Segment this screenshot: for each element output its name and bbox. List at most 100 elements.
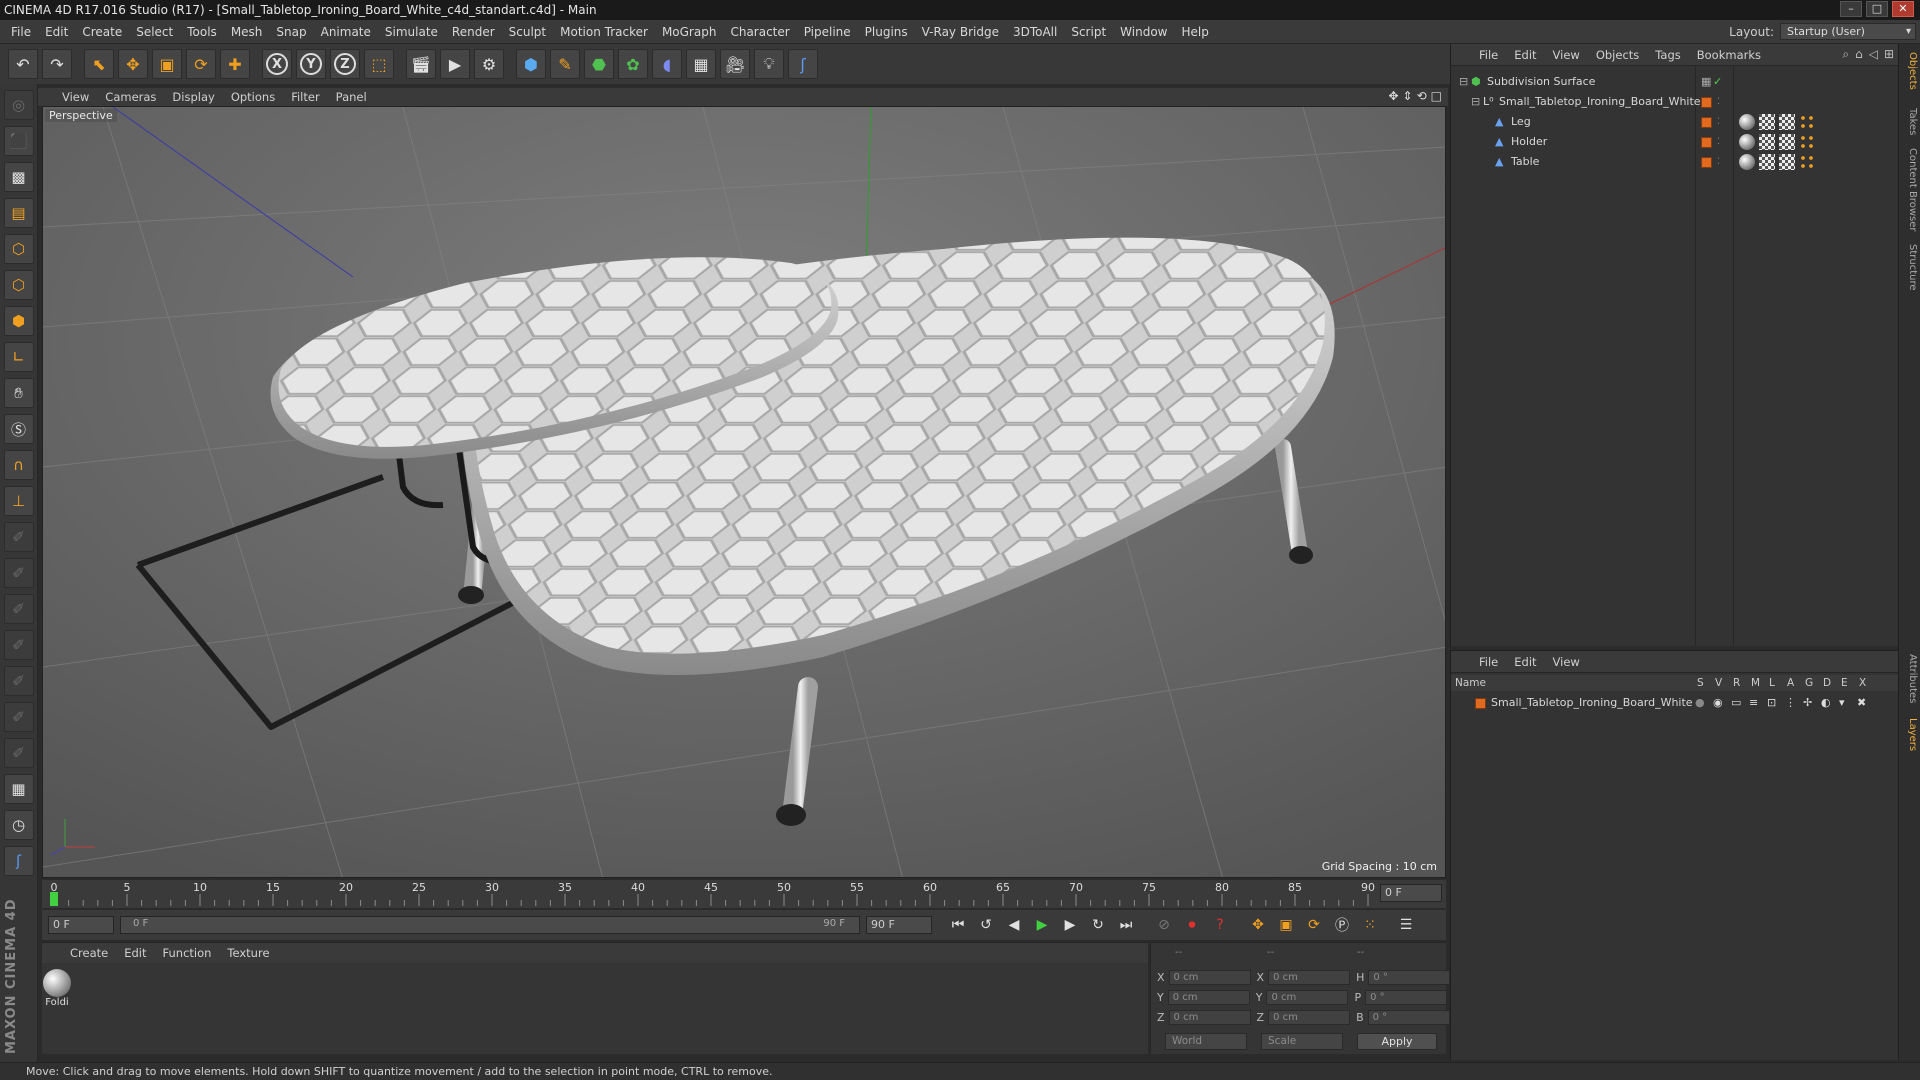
layers-menu-edit[interactable]: Edit xyxy=(1506,655,1544,669)
render-view-button[interactable]: 🎬︎ xyxy=(406,49,436,79)
go-to-end-button[interactable]: ⏭ xyxy=(1114,913,1138,937)
material-thumbnail[interactable]: Foldi xyxy=(42,969,72,1013)
coord-pos-y-field[interactable]: 0 cm xyxy=(1167,989,1250,1005)
coord-rot-h-field[interactable]: 0 ° xyxy=(1368,969,1451,985)
axis-mode-button[interactable]: ∟ xyxy=(3,342,34,372)
object-row-holder[interactable]: ▲ Holder ⁚ xyxy=(1451,132,1899,152)
layers-menu-file[interactable]: File xyxy=(1471,655,1506,669)
objects-menu-objects[interactable]: Objects xyxy=(1588,48,1647,62)
collapse-toggle-icon[interactable]: ⊟ xyxy=(1459,72,1468,92)
preview-range-slider[interactable]: 0 F 90 F xyxy=(120,916,860,934)
coord-mode-select[interactable]: Scale xyxy=(1261,1033,1343,1050)
menu-script[interactable]: Script xyxy=(1064,25,1113,39)
coord-size-z-field[interactable]: 0 cm xyxy=(1268,1009,1351,1025)
menu-help[interactable]: Help xyxy=(1174,25,1215,39)
material-menu-texture[interactable]: Texture xyxy=(219,946,277,960)
coord-rot-p-field[interactable]: 0 ° xyxy=(1365,989,1448,1005)
viewport-rotate-icon[interactable]: ⟲ xyxy=(1417,89,1427,103)
uvw-tag-icon[interactable] xyxy=(1759,134,1775,150)
viewport-menu-view[interactable]: View xyxy=(54,90,97,104)
selection-tag-icon[interactable] xyxy=(1799,134,1815,150)
rotate-tool-button[interactable]: ⟳ xyxy=(186,49,216,79)
add-scene-button[interactable]: ▦ xyxy=(686,49,716,79)
menu-file[interactable]: File xyxy=(4,25,38,39)
apply-button[interactable]: Apply xyxy=(1357,1033,1437,1050)
magnet-button[interactable]: ∩ xyxy=(3,450,34,480)
coord-space-select[interactable]: World xyxy=(1165,1033,1247,1050)
make-editable-button[interactable]: ◎ xyxy=(3,90,34,120)
phong-tag-icon[interactable] xyxy=(1739,134,1755,150)
menu-simulate[interactable]: Simulate xyxy=(378,25,445,39)
add-array-button[interactable]: ✿ xyxy=(618,49,648,79)
coord-size-y-field[interactable]: 0 cm xyxy=(1266,989,1349,1005)
key-pla-button[interactable]: ⁙ xyxy=(1358,913,1382,937)
visibility-dots-icon[interactable]: ⁚ xyxy=(1717,92,1720,112)
viewport-maximize-icon[interactable]: □ xyxy=(1431,89,1442,103)
points-mode-button[interactable]: ⬡ xyxy=(3,234,34,264)
layout-select[interactable]: Startup (User) xyxy=(1780,23,1916,40)
viewport-move-icon[interactable]: ✥ xyxy=(1388,89,1398,103)
back-icon[interactable]: ◁ xyxy=(1869,47,1878,62)
menu-motion-tracker[interactable]: Motion Tracker xyxy=(553,25,655,39)
record-motion-button[interactable]: ⊘ xyxy=(1152,913,1176,937)
layer-view-icon[interactable]: ◉ xyxy=(1713,693,1723,713)
timeline-ruler[interactable]: 0 5 10 15 20 25 30 35 40 45 50 55 60 65 70 75 80 85 90 0 F xyxy=(42,880,1446,908)
menu-3dtoall[interactable]: 3DToAll xyxy=(1006,25,1064,39)
material-menu-create[interactable]: Create xyxy=(62,946,116,960)
menu-render[interactable]: Render xyxy=(445,25,502,39)
timeline-lock-button[interactable]: ◷ xyxy=(3,810,34,840)
last-tool-button[interactable]: ✚ xyxy=(220,49,250,79)
menu-mograph[interactable]: MoGraph xyxy=(655,25,724,39)
add-nurbs-button[interactable]: ⬣ xyxy=(584,49,614,79)
objects-menu-tags[interactable]: Tags xyxy=(1647,48,1688,62)
tab-takes[interactable]: Takes xyxy=(1902,108,1918,135)
layers-menu-view[interactable]: View xyxy=(1545,655,1588,669)
menu-select[interactable]: Select xyxy=(129,25,180,39)
grid-lock-button[interactable]: ▦ xyxy=(3,774,34,804)
key-rotation-button[interactable]: ⟳ xyxy=(1302,913,1326,937)
texture-mode-button[interactable]: ▩ xyxy=(3,162,34,192)
menu-snap[interactable]: Snap xyxy=(269,25,313,39)
tab-attributes[interactable]: Attributes xyxy=(1902,654,1918,703)
object-row-leg[interactable]: ▲ Leg ⁚ xyxy=(1451,112,1899,132)
add-light-button[interactable]: 💡︎ xyxy=(754,49,784,79)
timeline-menu-button[interactable]: ☰ xyxy=(1394,913,1418,937)
menu-character[interactable]: Character xyxy=(723,25,796,39)
objects-menu-file[interactable]: File xyxy=(1471,48,1506,62)
layer-animation-icon[interactable]: ⋮ xyxy=(1785,693,1796,713)
close-button[interactable]: ✕ xyxy=(1892,1,1914,17)
viewport-zoom-icon[interactable]: ⇕ xyxy=(1403,89,1413,103)
scale-tool-button[interactable]: ▣ xyxy=(152,49,182,79)
texture-tag-icon[interactable] xyxy=(1779,154,1795,170)
collapse-toggle-icon[interactable]: ⊟ xyxy=(1471,92,1480,112)
autokey-button[interactable]: ? xyxy=(1208,913,1232,937)
key-parameter-button[interactable]: Ⓟ xyxy=(1330,913,1354,937)
go-to-start-button[interactable]: ⏮ xyxy=(946,913,970,937)
selection-tag-icon[interactable] xyxy=(1799,154,1815,170)
viewport-menu-filter[interactable]: Filter xyxy=(283,90,327,104)
menu-tools[interactable]: Tools xyxy=(180,25,224,39)
layer-color-swatch[interactable] xyxy=(1701,97,1712,108)
menu-window[interactable]: Window xyxy=(1113,25,1174,39)
layer-color-swatch[interactable] xyxy=(1701,137,1712,148)
python-script-button[interactable]: ʃ xyxy=(3,846,34,876)
live-selection-button[interactable]: ⬉ xyxy=(84,49,114,79)
maximize-button[interactable]: □ xyxy=(1866,1,1888,17)
layer-row[interactable]: Small_Tabletop_Ironing_Board_White ● ◉ ▭… xyxy=(1451,693,1899,713)
sculpt-tool-2[interactable]: ✐ xyxy=(3,558,34,588)
menu-plugins[interactable]: Plugins xyxy=(858,25,915,39)
menu-animate[interactable]: Animate xyxy=(314,25,378,39)
3d-viewport[interactable]: Perspective Grid Spacing : 10 cm xyxy=(42,106,1446,878)
menu-create[interactable]: Create xyxy=(75,25,129,39)
go-to-prev-key-button[interactable]: ↺ xyxy=(974,913,998,937)
key-position-button[interactable]: ✥ xyxy=(1246,913,1270,937)
layer-color-swatch[interactable] xyxy=(1475,698,1486,709)
layer-xref-icon[interactable]: ✖ xyxy=(1857,693,1866,713)
object-edit-toggle-icon[interactable]: ▦ xyxy=(1701,72,1711,92)
python-button[interactable]: ʃ xyxy=(788,49,818,79)
layer-solo-icon[interactable]: ● xyxy=(1695,693,1705,713)
object-row-table[interactable]: ▲ Table ⁚ xyxy=(1451,152,1899,172)
layer-lock-icon[interactable]: ⊡ xyxy=(1767,693,1776,713)
material-menu-function[interactable]: Function xyxy=(155,946,220,960)
layer-deformers-icon[interactable]: ◐ xyxy=(1821,693,1831,713)
